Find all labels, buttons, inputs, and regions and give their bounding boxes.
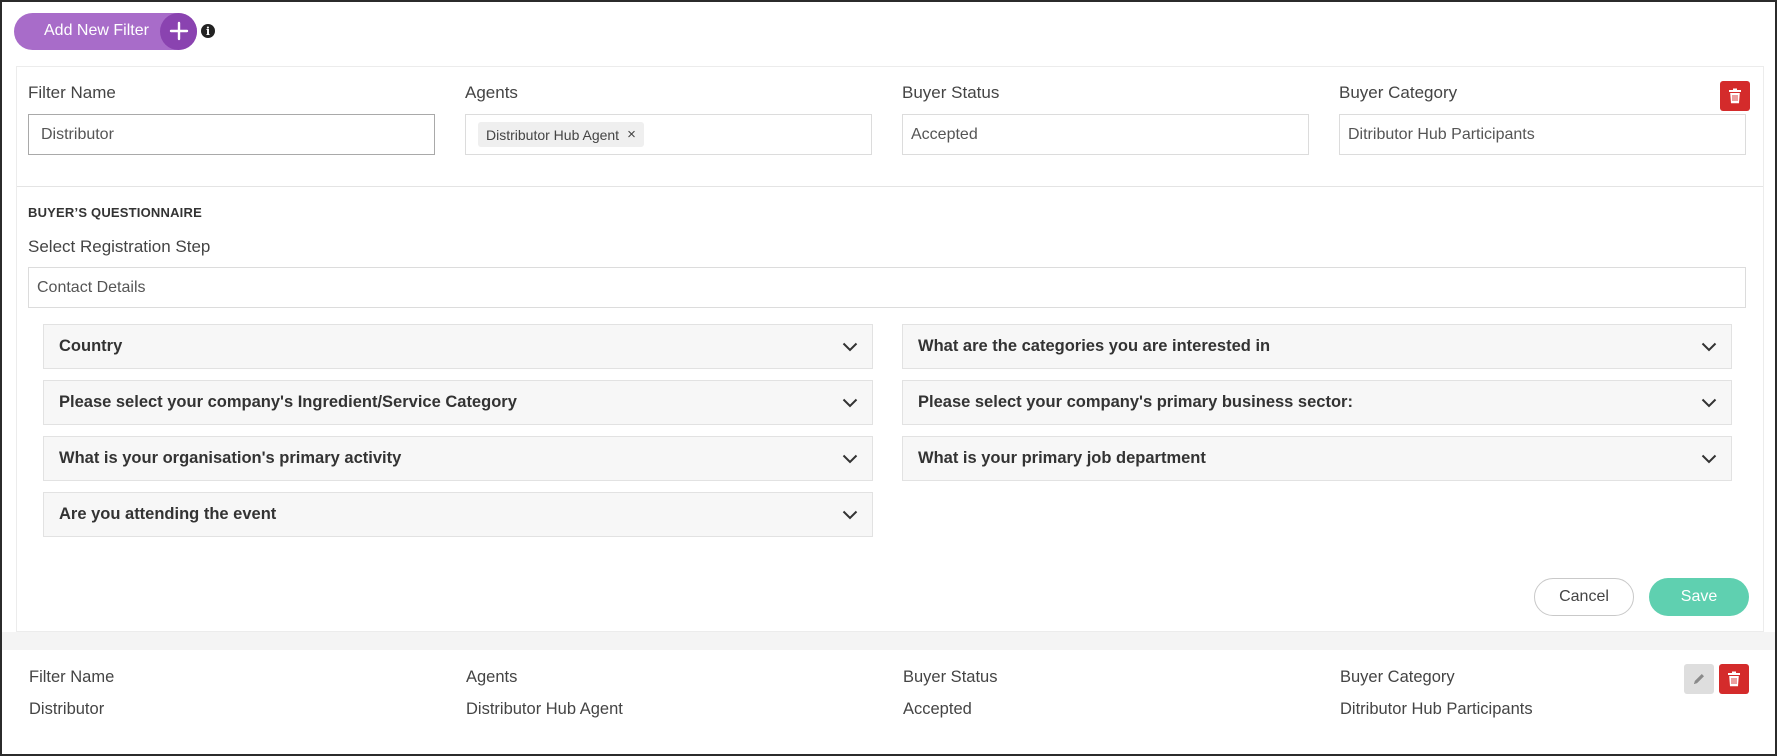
buyer-status-label: Buyer Status [902,83,1000,102]
chevron-down-icon [1701,454,1717,463]
registration-step-label: Select Registration Step [28,237,211,256]
info-icon[interactable]: i [201,24,215,38]
delete-filter-button[interactable] [1720,81,1750,111]
saved-buyer-status-label: Buyer Status [903,668,998,686]
question-title: Please select your company's Ingredient/… [59,393,517,411]
question-accordion-interested-categories[interactable]: What are the categories you are interest… [902,324,1732,369]
question-title: Please select your company's primary bus… [918,393,1353,411]
buyer-status-value: Accepted [911,125,978,143]
filter-edit-panel: Filter Name Distributor Agents Distribut… [16,66,1764,632]
pencil-icon [1694,674,1704,684]
buyer-status-select[interactable]: Accepted [902,114,1309,155]
question-title: What is your primary job department [918,449,1206,467]
chevron-down-icon [1701,398,1717,407]
save-button[interactable]: Save [1649,578,1749,616]
chevron-down-icon [842,342,858,351]
trash-icon [1728,671,1740,687]
saved-buyer-category-value: Ditributor Hub Participants [1340,700,1533,718]
buyer-category-select[interactable]: Ditributor Hub Participants [1339,114,1746,155]
cancel-label: Cancel [1559,588,1609,605]
filter-name-input[interactable]: Distributor [28,114,435,155]
question-title: Country [59,337,123,355]
registration-step-value: Contact Details [37,278,146,296]
trash-icon [1729,88,1741,104]
registration-step-select[interactable]: Contact Details [28,267,1746,308]
save-label: Save [1680,588,1718,605]
buyer-category-label: Buyer Category [1339,83,1458,102]
remove-tag-icon[interactable]: × [627,126,636,143]
question-accordion-job-department[interactable]: What is your primary job department [902,436,1732,481]
chevron-down-icon [842,510,858,519]
toolbar: Add New Filter i [14,12,215,50]
agents-multiselect[interactable]: Distributor Hub Agent × [465,114,872,155]
buyer-category-value: Ditributor Hub Participants [1348,125,1535,143]
edit-filter-button[interactable] [1684,664,1714,694]
panel-separator [2,632,1775,650]
question-title: What is your organisation's primary acti… [59,449,402,467]
add-new-filter-label: Add New Filter [44,22,149,39]
agent-tag: Distributor Hub Agent × [478,122,644,147]
filter-name-label: Filter Name [28,83,116,102]
question-title: Are you attending the event [59,505,277,523]
saved-agents-label: Agents [466,668,518,686]
saved-filter-name-value: Distributor [29,700,105,718]
questionnaire-title: BUYER’S QUESTIONNAIRE [28,205,202,220]
chevron-down-icon [842,398,858,407]
agents-label: Agents [465,83,518,102]
question-accordion-country[interactable]: Country [43,324,873,369]
chevron-down-icon [842,454,858,463]
plus-icon[interactable] [160,12,197,50]
filter-name-value: Distributor [41,125,114,143]
question-accordion-primary-activity[interactable]: What is your organisation's primary acti… [43,436,873,481]
question-accordion-attending-event[interactable]: Are you attending the event [43,492,873,537]
saved-filter-name-label: Filter Name [29,668,115,686]
question-accordion-business-sector[interactable]: Please select your company's primary bus… [902,380,1732,425]
saved-agents-value: Distributor Hub Agent [466,700,623,718]
question-accordion-ingredient-category[interactable]: Please select your company's Ingredient/… [43,380,873,425]
section-divider [17,186,1763,187]
saved-buyer-category-label: Buyer Category [1340,668,1455,686]
cancel-button[interactable]: Cancel [1534,578,1634,616]
question-title: What are the categories you are interest… [918,337,1271,355]
chevron-down-icon [1701,342,1717,351]
add-new-filter-button[interactable]: Add New Filter [14,12,197,50]
agent-tag-label: Distributor Hub Agent [486,126,620,143]
saved-buyer-status-value: Accepted [903,700,972,718]
delete-saved-filter-button[interactable] [1719,664,1749,694]
